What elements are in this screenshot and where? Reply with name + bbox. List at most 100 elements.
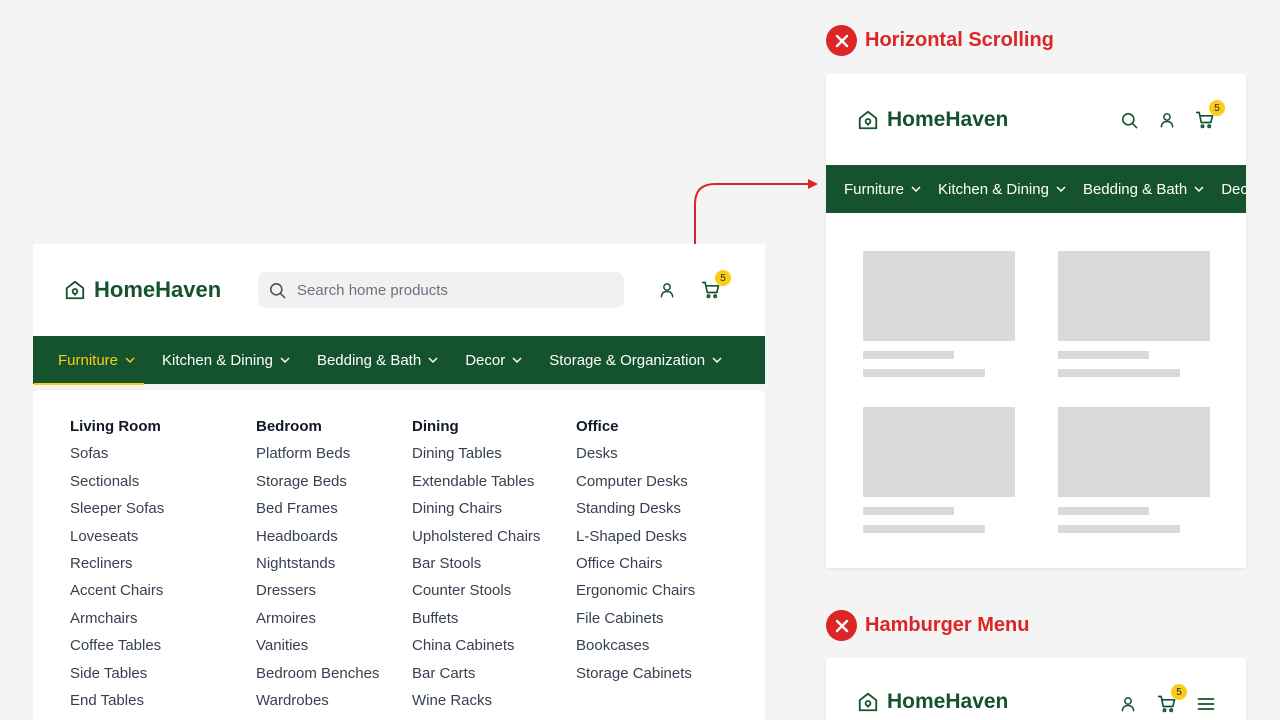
mega-menu-link[interactable]: Armchairs (70, 609, 164, 636)
chevron-down-icon (711, 354, 723, 366)
site-logo[interactable]: HomeHaven (64, 277, 221, 303)
chevron-down-icon (511, 354, 523, 366)
category-nav: Furniture Kitchen & Dining Bedding & Bat… (33, 336, 765, 385)
cart-button[interactable]: 5 (1155, 684, 1187, 716)
mega-menu-link[interactable]: Upholstered Chairs (412, 527, 540, 554)
nav-item-bedding-bath[interactable]: Bedding & Bath (1083, 165, 1205, 213)
mega-menu-link[interactable]: Bar Stools (412, 554, 540, 581)
mega-menu-column: Living Room Sofas Sectionals Sleeper Sofas… (70, 417, 164, 718)
search-input[interactable] (297, 281, 597, 299)
mega-menu-link[interactable]: Wine Racks (412, 691, 540, 718)
mega-menu-link[interactable]: Wardrobes (256, 691, 379, 718)
mega-menu-link[interactable]: Extendable Tables (412, 472, 540, 499)
mega-menu-link[interactable]: Office Chairs (576, 554, 695, 581)
mega-menu-link[interactable]: Storage Beds (256, 472, 379, 499)
mega-menu-link[interactable]: Dining Chairs (412, 499, 540, 526)
nav-item-bedding-bath[interactable]: Bedding & Bath (317, 336, 439, 384)
nav-item-decor[interactable]: Decor (1221, 165, 1246, 213)
mega-menu-link[interactable]: Bookcases (576, 636, 695, 663)
chevron-down-icon (427, 354, 439, 366)
mega-menu-link[interactable]: Bar Carts (412, 664, 540, 691)
cart-button[interactable]: 5 (699, 270, 731, 302)
mega-menu-link[interactable]: Nightstands (256, 554, 379, 581)
cart-button[interactable]: 5 (1193, 100, 1225, 132)
house-logo-icon (857, 691, 879, 713)
nav-item-furniture[interactable]: Furniture (33, 336, 145, 385)
mega-menu-link[interactable]: Counter Stools (412, 581, 540, 608)
nav-item-kitchen-dining[interactable]: Kitchen & Dining (938, 165, 1067, 213)
account-button[interactable] (655, 278, 679, 302)
mega-menu-link[interactable]: Dining Tables (412, 444, 540, 471)
mega-menu-link[interactable]: Platform Beds (256, 444, 379, 471)
hamburger-menu-button[interactable] (1194, 692, 1218, 716)
mega-menu-link[interactable]: Accent Chairs (70, 581, 164, 608)
mega-menu-link[interactable]: Vanities (256, 636, 379, 663)
mega-menu-link[interactable]: Loveseats (70, 527, 164, 554)
nav-item-storage-organization[interactable]: Storage & Organization (549, 336, 723, 384)
mega-menu-column: Bedroom Platform Beds Storage Beds Bed Fra… (256, 417, 379, 718)
brand-name: HomeHaven (94, 277, 222, 302)
mega-menu-link[interactable]: Buffets (412, 609, 540, 636)
account-button[interactable] (1155, 108, 1179, 132)
product-image-placeholder (1058, 407, 1210, 497)
product-price-placeholder (863, 525, 985, 533)
column-heading[interactable]: Dining (412, 417, 540, 444)
cart-count-badge: 5 (1171, 684, 1187, 700)
product-image-placeholder (863, 251, 1015, 341)
site-logo[interactable]: HomeHaven (857, 690, 1008, 714)
mega-menu-link[interactable]: Ergonomic Chairs (576, 581, 695, 608)
column-heading[interactable]: Living Room (70, 417, 164, 444)
nav-item-kitchen-dining[interactable]: Kitchen & Dining (162, 336, 291, 384)
search-icon (268, 281, 287, 300)
nav-item-furniture[interactable]: Furniture (844, 165, 922, 213)
mega-menu-link[interactable]: Computer Desks (576, 472, 695, 499)
mega-menu-link[interactable]: Coffee Tables (70, 636, 164, 663)
nav-item-decor[interactable]: Decor (465, 336, 523, 384)
mega-menu-link[interactable]: Desks (576, 444, 695, 471)
example-title: Horizontal Scrolling (865, 29, 1054, 51)
mega-menu-link[interactable]: Bed Frames (256, 499, 379, 526)
mega-menu-link[interactable]: Recliners (70, 554, 164, 581)
nav-item-label: Kitchen & Dining (938, 180, 1049, 198)
product-title-placeholder (1058, 351, 1149, 359)
nav-item-label: Kitchen & Dining (162, 351, 273, 369)
mega-menu-link[interactable]: Standing Desks (576, 499, 695, 526)
mega-menu-link[interactable]: Sleeper Sofas (70, 499, 164, 526)
mega-menu-link[interactable]: China Cabinets (412, 636, 540, 663)
chevron-down-icon (1193, 183, 1205, 195)
nav-item-label: Bedding & Bath (1082, 180, 1188, 198)
chevron-down-icon (1055, 183, 1067, 195)
mega-menu-link[interactable]: Storage Cabinets (576, 664, 695, 691)
scrolling-category-nav[interactable]: Furniture Kitchen & Dining Bedding & Bat… (826, 165, 1246, 213)
user-icon (658, 281, 676, 299)
mega-menu-link[interactable]: Dressers (256, 581, 379, 608)
example-label-horizontal-scrolling: Horizontal Scrolling (826, 25, 1054, 56)
house-logo-icon (64, 279, 86, 301)
search-button[interactable] (1117, 108, 1141, 132)
close-x-icon (826, 610, 857, 641)
mega-menu-link[interactable]: End Tables (70, 691, 164, 718)
nav-item-label: Decor (1221, 180, 1246, 198)
brand-name: HomeHaven (887, 108, 1009, 131)
mega-menu-link[interactable]: Sofas (70, 444, 164, 471)
mega-menu-link[interactable]: Side Tables (70, 664, 164, 691)
nav-item-label: Furniture (58, 351, 119, 369)
nav-item-label: Storage & Organization (549, 351, 706, 369)
mega-menu-column: Office Desks Computer Desks Standing Desks… (576, 417, 695, 691)
product-image-placeholder (1058, 251, 1210, 341)
mega-menu-dropdown: Living Room Sofas Sectionals Sleeper Sofas… (33, 390, 765, 720)
house-logo-icon (857, 109, 879, 131)
mega-menu-link[interactable]: Sectionals (70, 472, 164, 499)
product-title-placeholder (863, 507, 954, 515)
mega-menu-link[interactable]: File Cabinets (576, 609, 695, 636)
account-button[interactable] (1116, 692, 1140, 716)
column-heading[interactable]: Office (576, 417, 695, 444)
site-logo[interactable]: HomeHaven (857, 108, 1008, 132)
column-heading[interactable]: Bedroom (256, 417, 379, 444)
mega-menu-link[interactable]: Bedroom Benches (256, 664, 379, 691)
mega-menu-link[interactable]: L-Shaped Desks (576, 527, 695, 554)
search-bar[interactable] (258, 272, 624, 308)
column-links: Dining Tables Extendable Tables Dining Cha… (412, 444, 540, 718)
mega-menu-link[interactable]: Armoires (256, 609, 379, 636)
mega-menu-link[interactable]: Headboards (256, 527, 379, 554)
